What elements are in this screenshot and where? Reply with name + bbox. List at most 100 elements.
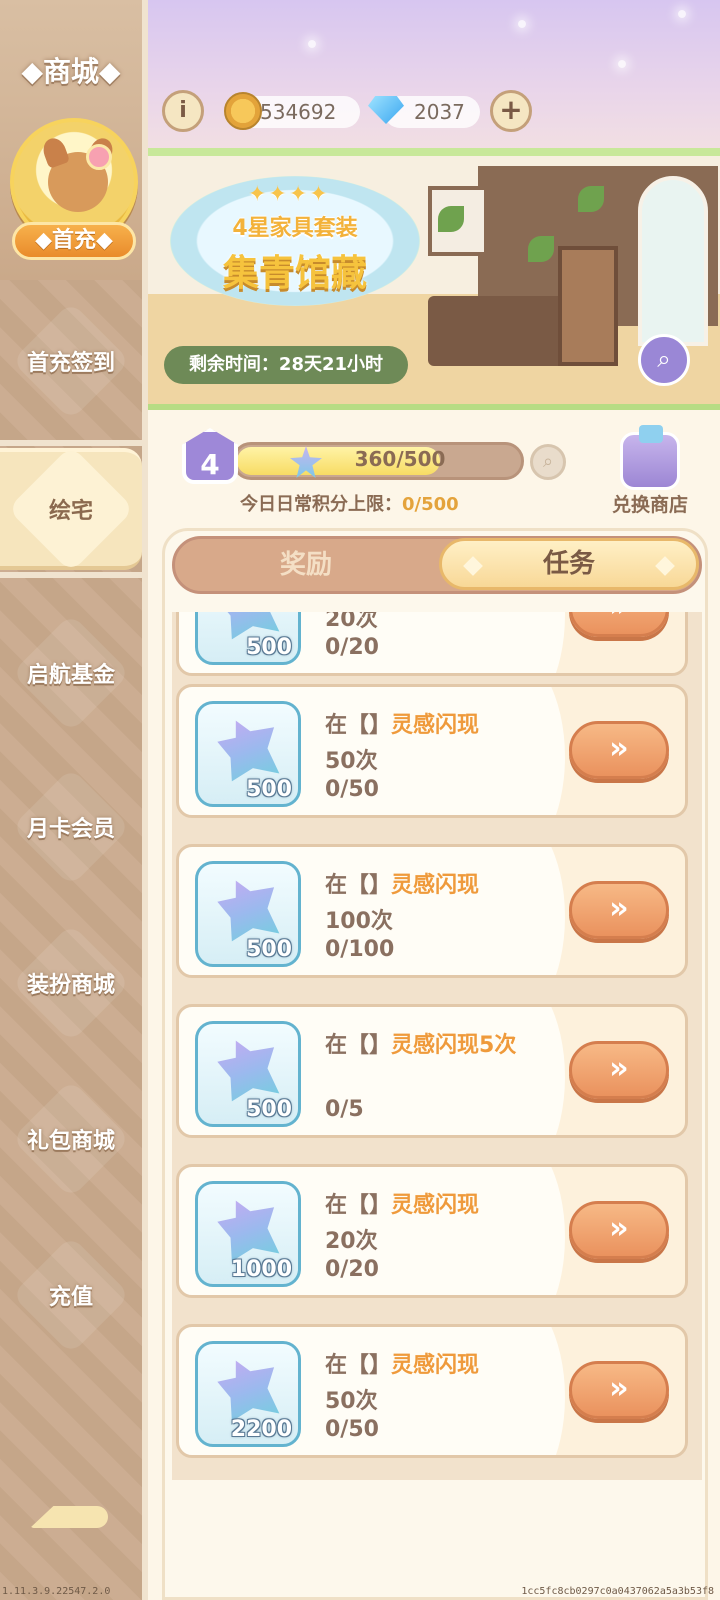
task-count: 100次 [325, 909, 393, 934]
star-point-icon [217, 880, 280, 942]
task-count: 50次 [325, 749, 378, 774]
task-prefix: 在【】 [325, 1033, 392, 1058]
diamond-decoration-icon [463, 556, 483, 576]
time-remaining: 剩余时间：28天21小时 [164, 346, 408, 384]
go-button[interactable]: » [569, 881, 669, 939]
task-card: 500 在【】灵感闪现 50次 0/50 » [176, 684, 688, 818]
reward-quantity: 500 [246, 635, 292, 660]
task-highlight: 灵感闪现 [391, 1353, 480, 1378]
reward-box: 2200 [195, 1341, 301, 1447]
desk [428, 296, 578, 366]
exchange-shop-icon[interactable] [620, 425, 680, 490]
cat-coin-icon [224, 92, 262, 130]
sidebar-item-first-pay-checkin[interactable]: 首充签到 [0, 286, 142, 436]
progress-text: 360/500 [354, 447, 446, 471]
task-highlight: 灵感闪现 [391, 713, 480, 738]
daily-limit-value: 0/500 [402, 494, 459, 515]
task-progress: 0/50 [325, 777, 379, 802]
star-point-icon [217, 720, 280, 782]
magnify-icon[interactable]: ⌕ [638, 334, 690, 386]
first-pay-badge[interactable]: ◆首充◆ [12, 222, 136, 260]
task-progress: 0/50 [325, 1417, 379, 1442]
sidebar-divider [0, 440, 142, 446]
go-button[interactable]: » [569, 612, 669, 637]
sidebar-item-outfit-shop[interactable]: 装扮商城 [0, 908, 142, 1058]
task-card: 500 在【】灵感闪现 100次 0/100 » [176, 844, 688, 978]
task-description: 在【】灵感闪现 [325, 867, 479, 899]
sidebar-item-label: 启航基金 [26, 663, 115, 688]
star-point-icon [217, 1040, 280, 1102]
event-banner[interactable]: ✦✦✦✦ 4星家具套装 集青馆藏 剩余时间：28天21小时 ⌕ [148, 148, 720, 410]
go-button[interactable]: » [569, 1201, 669, 1259]
task-progress: 0/100 [325, 937, 395, 962]
tab-rewards[interactable]: 奖励 [175, 539, 437, 591]
glass-cabinet [558, 246, 618, 366]
sparkle-icon [308, 40, 316, 48]
flower-icon [86, 144, 112, 170]
level-badge: 4 [182, 428, 238, 484]
task-list[interactable]: 500 20次 0/20 » 500 在【】灵感闪现 50次 0/50 » 50… [172, 612, 702, 1480]
reward-quantity: 500 [246, 777, 292, 802]
task-progress: 0/20 [325, 1257, 379, 1282]
task-card: 500 20次 0/20 » [176, 612, 688, 676]
go-button[interactable]: » [569, 1361, 669, 1419]
task-description: 在【】灵感闪现 [325, 1187, 479, 1219]
sidebar-item-label: 首充签到 [26, 351, 115, 376]
sidebar-item-label: 月卡会员 [26, 817, 115, 842]
reward-box: 500 [195, 701, 301, 807]
sidebar-item-decorate-house[interactable]: 绘宅 [0, 448, 142, 570]
task-progress: 0/20 [325, 635, 379, 660]
reward-quantity: 500 [246, 1097, 292, 1122]
task-prefix: 在【】 [325, 1353, 392, 1378]
exchange-shop-label[interactable]: 兑换商店 [600, 490, 700, 517]
sidebar-item-label: 装扮商城 [26, 973, 115, 998]
task-card: 1000 在【】灵感闪现 20次 0/20 » [176, 1164, 688, 1298]
star-point-icon [217, 1360, 280, 1422]
plant-icon [438, 206, 464, 232]
task-description: 在【】灵感闪现 [325, 707, 479, 739]
reward-box: 1000 [195, 1181, 301, 1287]
sidebar: ◆商城◆ ◆首充◆ 首充签到 绘宅 启航基金 月卡会员 装扮商城 礼包商城 充值 [0, 0, 148, 1600]
go-button[interactable]: » [569, 1041, 669, 1099]
sidebar-item-gift-pack-shop[interactable]: 礼包商城 [0, 1064, 142, 1214]
reward-box: 500 [195, 1021, 301, 1127]
sidebar-divider [0, 572, 142, 578]
task-count: 50次 [325, 1389, 378, 1414]
reward-quantity: 1000 [230, 1257, 292, 1282]
diamond-decoration-icon [655, 556, 675, 576]
tab-tasks-label: 任务 [542, 549, 595, 579]
sidebar-item-recharge[interactable]: 充值 [0, 1220, 142, 1370]
go-button[interactable]: » [569, 721, 669, 779]
reward-quantity: 2200 [230, 1417, 292, 1442]
info-button[interactable]: i [162, 90, 204, 132]
sidebar-item-label: 充值 [48, 1285, 93, 1310]
reward-quantity: 500 [246, 937, 292, 962]
task-highlight: 灵感闪现 [391, 873, 480, 898]
task-progress: 0/5 [325, 1097, 364, 1122]
daily-limit: 今日日常积分上限：0/500 [240, 490, 459, 516]
task-highlight: 灵感闪现5次 [391, 1033, 517, 1058]
task-prefix: 在【】 [325, 713, 392, 738]
sidebar-item-voyage-fund[interactable]: 启航基金 [0, 598, 142, 748]
task-count: 20次 [325, 1229, 378, 1254]
sidebar-item-monthly-card[interactable]: 月卡会员 [0, 752, 142, 902]
task-prefix: 在【】 [325, 873, 392, 898]
reward-box: 500 [195, 612, 301, 665]
back-arrow-icon[interactable] [30, 1500, 110, 1536]
sparkle-icon [678, 10, 686, 18]
sparkle-icon [518, 20, 526, 28]
build-hash-text: 1cc5fc8cb0297c0a0437062a5a3b53f8 [521, 1586, 714, 1597]
room-window [638, 176, 708, 346]
add-currency-button[interactable]: + [490, 90, 532, 132]
sparkle-icon [618, 60, 626, 68]
daily-limit-label: 今日日常积分上限： [240, 494, 402, 515]
task-count: 20次 [325, 612, 378, 632]
tab-bar: 奖励 任务 [172, 536, 702, 594]
version-text: 1.11.3.9.22547.2.0 [2, 1586, 111, 1597]
sidebar-item-label: 绘宅 [48, 499, 93, 524]
tab-tasks[interactable]: 任务 [439, 538, 699, 590]
magnify-icon[interactable]: ⌕ [530, 444, 566, 480]
task-prefix: 在【】 [325, 1193, 392, 1218]
task-card: 2200 在【】灵感闪现 50次 0/50 » [176, 1324, 688, 1458]
sidebar-item-label: 礼包商城 [26, 1129, 115, 1154]
